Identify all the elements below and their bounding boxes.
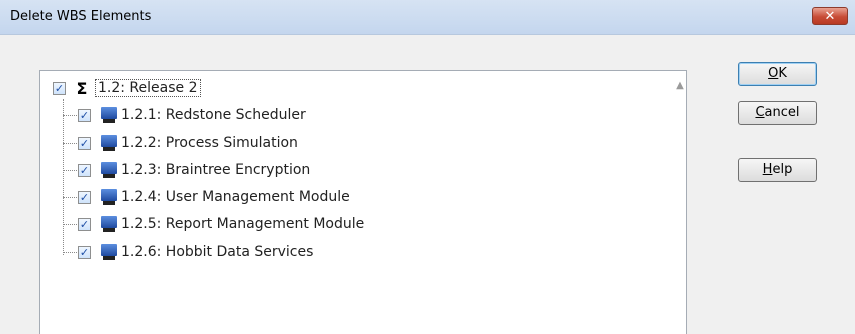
- ok-label-rest: K: [778, 66, 787, 81]
- tree-connector: [63, 197, 77, 198]
- check-icon: ✓: [79, 108, 90, 122]
- checkbox-root[interactable]: ✓: [53, 81, 66, 95]
- computer-icon: [100, 161, 118, 179]
- ok-button[interactable]: OK: [738, 62, 817, 86]
- computer-icon: [100, 134, 118, 152]
- checkbox[interactable]: ✓: [78, 245, 91, 259]
- help-label-rest: elp: [772, 162, 793, 177]
- tree-item-label: 1.2.2: Process Simulation: [121, 135, 298, 151]
- tree-row[interactable]: ✓ 1.2.5: Report Management Module: [78, 212, 364, 236]
- tree-item-label: 1.2.4: User Management Module: [121, 189, 350, 205]
- tree-item-label: 1.2.3: Braintree Encryption: [121, 162, 311, 178]
- sigma-icon: Σ: [76, 78, 88, 98]
- close-button[interactable]: ✕: [812, 7, 848, 25]
- cancel-mnemonic: C: [755, 105, 765, 120]
- check-icon: ✓: [79, 190, 90, 204]
- help-button[interactable]: Help: [738, 158, 817, 182]
- cancel-button[interactable]: Cancel: [738, 101, 817, 125]
- computer-icon: [100, 215, 118, 233]
- checkbox[interactable]: ✓: [78, 108, 91, 122]
- tree-row-root[interactable]: ✓ Σ 1.2: Release 2: [53, 76, 201, 100]
- check-icon: ✓: [79, 136, 90, 150]
- tree-row[interactable]: ✓ 1.2.3: Braintree Encryption: [78, 158, 310, 182]
- tree-row[interactable]: ✓ 1.2.2: Process Simulation: [78, 131, 298, 155]
- tree-item-label: 1.2.5: Report Management Module: [121, 216, 365, 232]
- delete-wbs-dialog: Delete WBS Elements ✕ ▲ ✓ Σ 1.2: Release…: [0, 0, 855, 334]
- check-icon: ✓: [79, 217, 90, 231]
- tree-connector: [63, 252, 77, 253]
- tree-connector: [63, 99, 64, 255]
- tree-connector: [63, 224, 77, 225]
- tree-item-label: 1.2.1: Redstone Scheduler: [121, 107, 306, 123]
- help-mnemonic: H: [762, 162, 773, 177]
- tree-row[interactable]: ✓ 1.2.6: Hobbit Data Services: [78, 240, 313, 264]
- computer-icon: [100, 188, 118, 206]
- checkbox[interactable]: ✓: [78, 163, 91, 177]
- tree-connector: [63, 170, 77, 171]
- checkbox[interactable]: ✓: [78, 217, 91, 231]
- check-icon: ✓: [54, 81, 65, 95]
- check-icon: ✓: [79, 245, 90, 259]
- check-icon: ✓: [79, 163, 90, 177]
- cancel-label-rest: ancel: [764, 105, 800, 120]
- checkbox[interactable]: ✓: [78, 190, 91, 204]
- close-icon: ✕: [824, 9, 836, 24]
- scroll-up-icon[interactable]: ▲: [674, 80, 686, 92]
- tree-connector: [63, 143, 77, 144]
- ok-mnemonic: O: [768, 66, 779, 81]
- tree-row[interactable]: ✓ 1.2.4: User Management Module: [78, 185, 350, 209]
- tree-root-label: 1.2: Release 2: [95, 79, 201, 97]
- dialog-title: Delete WBS Elements: [10, 9, 152, 24]
- title-bar: Delete WBS Elements ✕: [0, 0, 855, 35]
- tree-item-label: 1.2.6: Hobbit Data Services: [121, 244, 314, 260]
- tree-row[interactable]: ✓ 1.2.1: Redstone Scheduler: [78, 103, 306, 127]
- tree-connector: [63, 115, 77, 116]
- checkbox[interactable]: ✓: [78, 136, 91, 150]
- computer-icon: [100, 106, 118, 124]
- computer-icon: [100, 243, 118, 261]
